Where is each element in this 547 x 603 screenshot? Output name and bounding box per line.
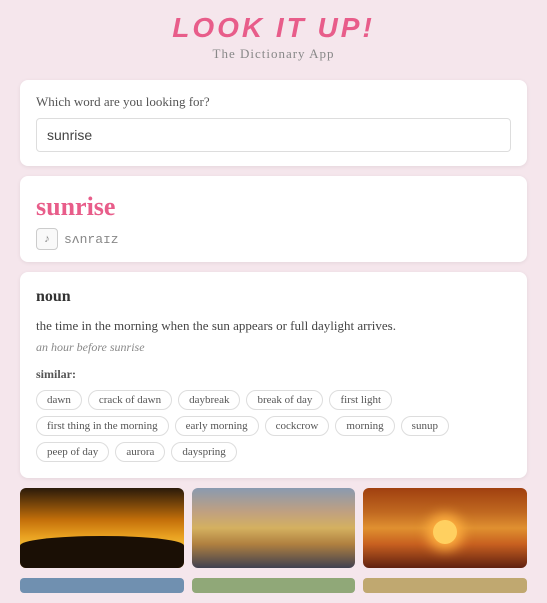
sound-icon[interactable]: ♪: [36, 228, 58, 250]
word-card: sunrise ♪ sʌnraɪz: [20, 176, 527, 262]
image-sunrise-3: [363, 488, 527, 568]
search-input[interactable]: [36, 118, 511, 152]
image-bottom-2: [192, 578, 356, 593]
app-subtitle: The Dictionary App: [0, 46, 547, 62]
app-title: LOOK IT UP!: [0, 12, 547, 44]
pronunciation-row: ♪ sʌnraɪz: [36, 228, 511, 250]
similar-tag[interactable]: sunup: [401, 416, 449, 436]
similar-label: similar:: [36, 367, 511, 382]
definition-card: noun the time in the morning when the su…: [20, 272, 527, 478]
images-row2: [20, 578, 527, 593]
image-sunrise-2: [192, 488, 356, 568]
similar-tag[interactable]: peep of day: [36, 442, 109, 462]
part-of-speech: noun: [36, 288, 511, 306]
pronunciation-text: sʌnraɪz: [64, 232, 119, 247]
similar-tag[interactable]: first thing in the morning: [36, 416, 169, 436]
similar-tag[interactable]: morning: [335, 416, 394, 436]
similar-tag[interactable]: daybreak: [178, 390, 240, 410]
similar-tag[interactable]: aurora: [115, 442, 165, 462]
word-title: sunrise: [36, 192, 511, 222]
search-label: Which word are you looking for?: [36, 94, 511, 110]
tags-container: dawn crack of dawn daybreak break of day fir…: [36, 390, 511, 462]
similar-tag[interactable]: dayspring: [171, 442, 236, 462]
similar-tag[interactable]: cockcrow: [265, 416, 330, 436]
app-header: LOOK IT UP! The Dictionary App: [0, 0, 547, 70]
image-sunrise-1: [20, 488, 184, 568]
example-text: an hour before sunrise: [36, 340, 511, 355]
images-section: [20, 488, 527, 568]
search-card: Which word are you looking for?: [20, 80, 527, 166]
similar-tag[interactable]: dawn: [36, 390, 82, 410]
similar-tag[interactable]: early morning: [175, 416, 259, 436]
definition-text: the time in the morning when the sun app…: [36, 316, 511, 336]
similar-tag[interactable]: crack of dawn: [88, 390, 172, 410]
similar-tag[interactable]: first light: [329, 390, 392, 410]
image-bottom-1: [20, 578, 184, 593]
similar-tag[interactable]: break of day: [246, 390, 323, 410]
image-bottom-3: [363, 578, 527, 593]
